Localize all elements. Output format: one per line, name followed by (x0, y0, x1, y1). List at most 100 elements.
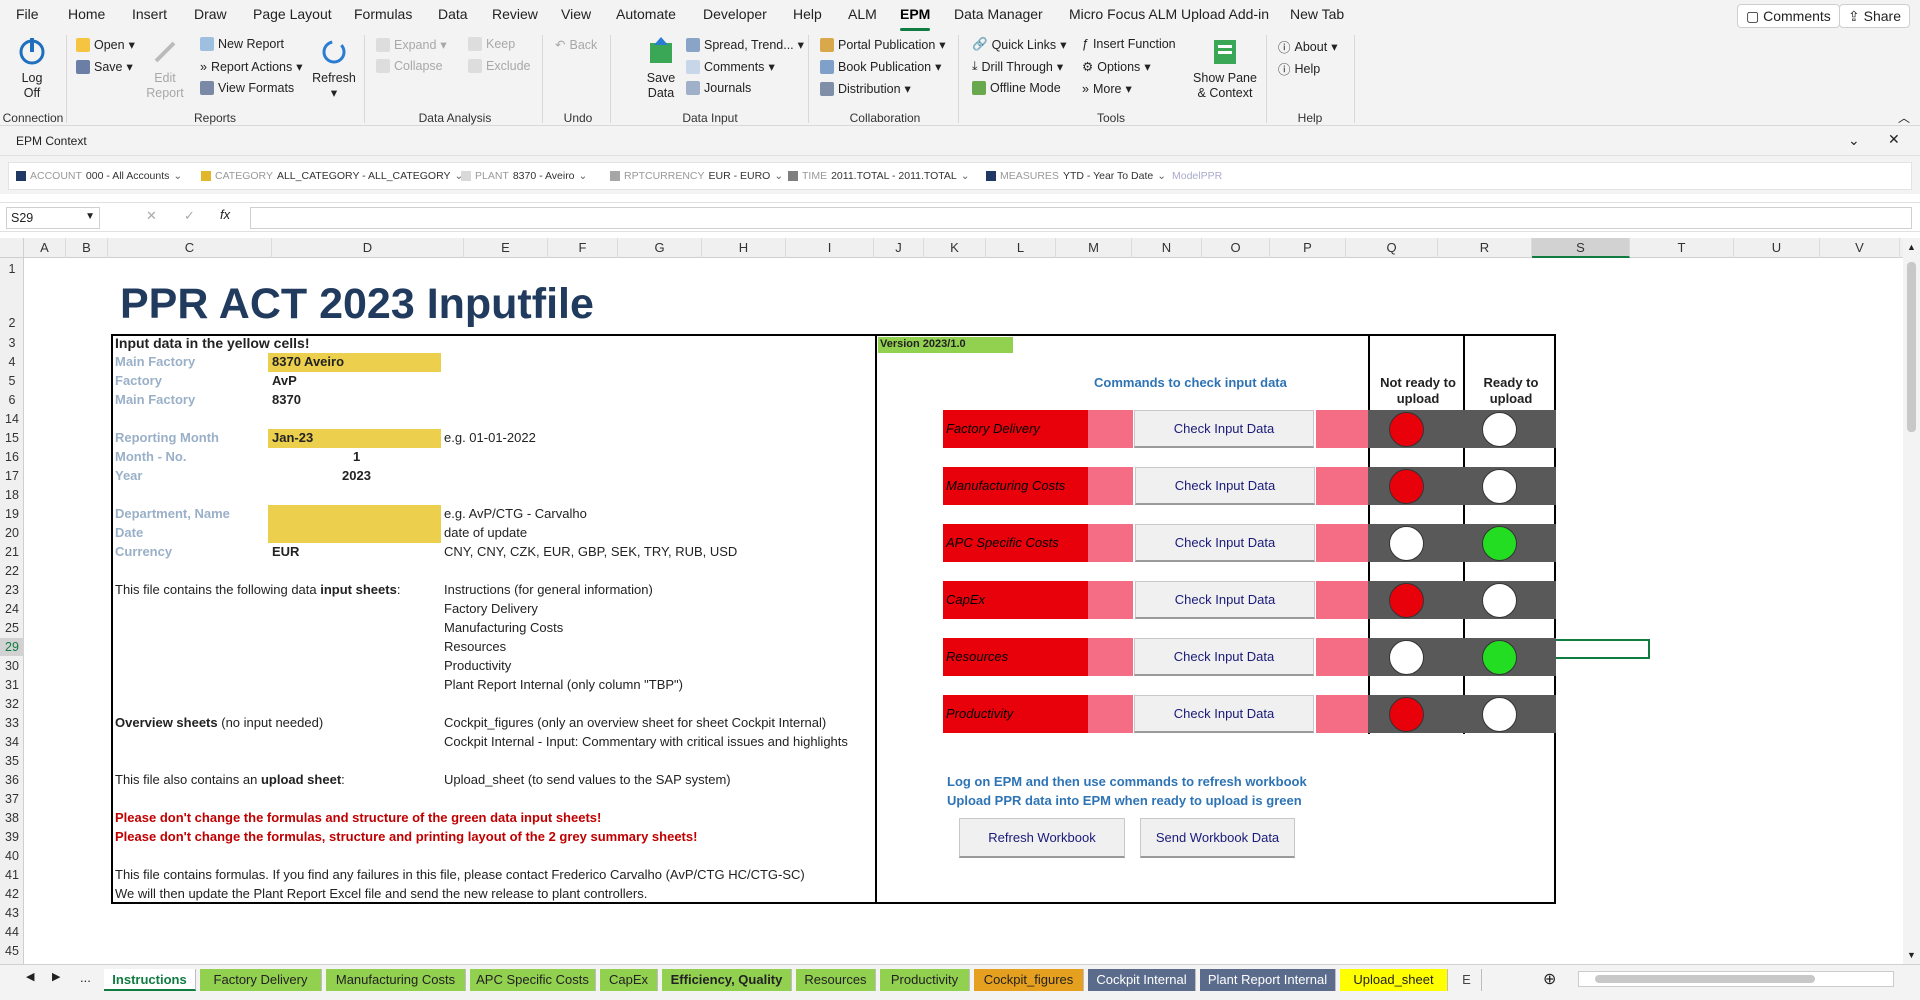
yellow-input-cell[interactable] (268, 505, 441, 543)
expand-button[interactable]: Expand ▾ (376, 37, 447, 52)
options-button[interactable]: ⚙ Options ▾ (1082, 59, 1151, 75)
column-header-d[interactable]: D (272, 238, 464, 258)
name-box[interactable]: S29 ▼ (6, 207, 100, 229)
row-header-1[interactable]: 1 (0, 260, 24, 278)
menu-tab-formulas[interactable]: Formulas (354, 6, 412, 22)
check-input-button[interactable]: Check Input Data (1135, 581, 1315, 619)
offline-mode-button[interactable]: Offline Mode (972, 81, 1061, 95)
menu-tab-draw[interactable]: Draw (194, 6, 227, 22)
row-header-14[interactable]: 14 (0, 410, 24, 428)
row-header-23[interactable]: 23 (0, 581, 24, 599)
menu-tab-data[interactable]: Data (438, 6, 468, 22)
save-button[interactable]: Save ▾ (76, 59, 133, 74)
row-header-38[interactable]: 38 (0, 809, 24, 827)
row-header-15[interactable]: 15 (0, 429, 24, 447)
select-all-corner[interactable] (0, 238, 24, 258)
context-measures[interactable]: MEASURES YTD - Year To Date ⌄ (986, 170, 1166, 182)
context-rptcurrency[interactable]: RPTCURRENCY EUR - EURO ⌄ (610, 170, 783, 182)
column-header-f[interactable]: F (548, 238, 618, 258)
prev-sheet-icon[interactable]: ◀ (26, 970, 34, 983)
sheet-tab-e[interactable]: E (1452, 969, 1482, 991)
logoff-button[interactable]: Log Off (12, 37, 52, 101)
refresh-button[interactable]: Refresh ▾ (310, 37, 358, 101)
more-sheets-button[interactable]: ... (80, 970, 91, 985)
menu-tab-home[interactable]: Home (68, 6, 105, 22)
column-header-h[interactable]: H (702, 238, 786, 258)
portal-publication-button[interactable]: Portal Publication ▾ (820, 37, 946, 52)
row-header-16[interactable]: 16 (0, 448, 24, 466)
scroll-down-icon[interactable]: ▼ (1907, 950, 1916, 960)
menu-tab-developer[interactable]: Developer (703, 6, 767, 22)
row-header-35[interactable]: 35 (0, 752, 24, 770)
column-header-m[interactable]: M (1056, 238, 1132, 258)
row-header-22[interactable]: 22 (0, 562, 24, 580)
context-category[interactable]: CATEGORY ALL_CATEGORY - ALL_CATEGORY ⌄ (201, 170, 463, 182)
column-header-b[interactable]: B (66, 238, 108, 258)
book-publication-button[interactable]: Book Publication ▾ (820, 59, 941, 74)
value-reporting-month[interactable]: Jan-23 (272, 430, 313, 445)
row-header-42[interactable]: 42 (0, 885, 24, 903)
show-pane-button[interactable]: Show Pane & Context (1190, 37, 1260, 101)
column-header-v[interactable]: V (1820, 238, 1900, 258)
menu-tab-alm[interactable]: ALM (848, 6, 877, 22)
sheet-tab-cockpit-figures[interactable]: Cockpit_figures (974, 969, 1084, 991)
row-header-24[interactable]: 24 (0, 600, 24, 618)
column-header-o[interactable]: O (1202, 238, 1270, 258)
share-button[interactable]: ⇪ Share (1839, 4, 1910, 28)
check-input-button[interactable]: Check Input Data (1134, 695, 1314, 733)
column-header-n[interactable]: N (1132, 238, 1202, 258)
keep-button[interactable]: Keep (468, 37, 515, 51)
menu-tab-data-manager[interactable]: Data Manager (954, 6, 1043, 22)
row-header-5[interactable]: 5 (0, 372, 24, 390)
column-header-g[interactable]: G (618, 238, 702, 258)
column-header-q[interactable]: Q (1346, 238, 1438, 258)
row-header-45[interactable]: 45 (0, 942, 24, 960)
sheet-tab-instructions[interactable]: Instructions (104, 969, 196, 991)
sheet-tab-resources[interactable]: Resources (796, 969, 876, 991)
next-sheet-icon[interactable]: ▶ (52, 970, 60, 983)
menu-tab-help[interactable]: Help (793, 6, 822, 22)
sheet-tab-manufacturing-costs[interactable]: Manufacturing Costs (326, 969, 466, 991)
formula-input[interactable] (250, 207, 1912, 229)
drill-through-button[interactable]: ⤓ Drill Through ▾ (972, 59, 1063, 74)
edit-report-button[interactable]: Edit Report (145, 37, 185, 101)
row-header-19[interactable]: 19 (0, 505, 24, 523)
context-account[interactable]: ACCOUNT 000 - All Accounts ⌄ (16, 170, 182, 182)
distribution-button[interactable]: Distribution ▾ (820, 81, 911, 96)
horizontal-scrollbar[interactable] (1578, 971, 1894, 987)
about-button[interactable]: ⓘ About ▾ (1278, 37, 1337, 56)
row-header-30[interactable]: 30 (0, 657, 24, 675)
menu-tab-page-layout[interactable]: Page Layout (253, 6, 332, 22)
insert-function-icon[interactable]: fx (220, 207, 230, 222)
enter-icon[interactable]: ✓ (184, 208, 195, 224)
sheet-tab-plant-report-internal[interactable]: Plant Report Internal (1200, 969, 1336, 991)
context-plant[interactable]: PLANT 8370 - Aveiro ⌄ (461, 170, 587, 182)
row-header-20[interactable]: 20 (0, 524, 24, 542)
row-header-21[interactable]: 21 (0, 543, 24, 561)
collapse-ribbon-icon[interactable]: ︿ (1898, 109, 1910, 126)
check-input-button[interactable]: Check Input Data (1134, 638, 1314, 676)
refresh-workbook-button[interactable]: Refresh Workbook (959, 818, 1125, 858)
row-header-2[interactable]: 2 (0, 314, 24, 332)
comments-button[interactable]: ▢ Comments (1737, 4, 1840, 28)
close-icon[interactable]: ✕ (1888, 131, 1900, 148)
column-header-s[interactable]: S (1532, 238, 1630, 258)
comments-ribbon-button[interactable]: Comments ▾ (686, 59, 775, 74)
view-formats-button[interactable]: View Formats (200, 81, 294, 95)
row-header-36[interactable]: 36 (0, 771, 24, 789)
column-header-l[interactable]: L (986, 238, 1056, 258)
horizontal-scroll-thumb[interactable] (1595, 975, 1815, 983)
help-ribbon-button[interactable]: ⓘ Help (1278, 59, 1320, 78)
check-input-button[interactable]: Check Input Data (1135, 524, 1315, 562)
insert-function-button[interactable]: ƒ Insert Function (1082, 37, 1176, 51)
row-header-43[interactable]: 43 (0, 904, 24, 922)
sheet-tab-upload-sheet[interactable]: Upload_sheet (1340, 969, 1448, 991)
quick-links-button[interactable]: 🔗 Quick Links ▾ (972, 37, 1066, 52)
row-header-40[interactable]: 40 (0, 847, 24, 865)
value-main-factory[interactable]: 8370 Aveiro (272, 354, 344, 369)
selected-cell[interactable] (1554, 639, 1650, 659)
exclude-button[interactable]: Exclude (468, 59, 530, 73)
row-header-32[interactable]: 32 (0, 695, 24, 713)
row-header-44[interactable]: 44 (0, 923, 24, 941)
collapse-button[interactable]: Collapse (376, 59, 443, 73)
